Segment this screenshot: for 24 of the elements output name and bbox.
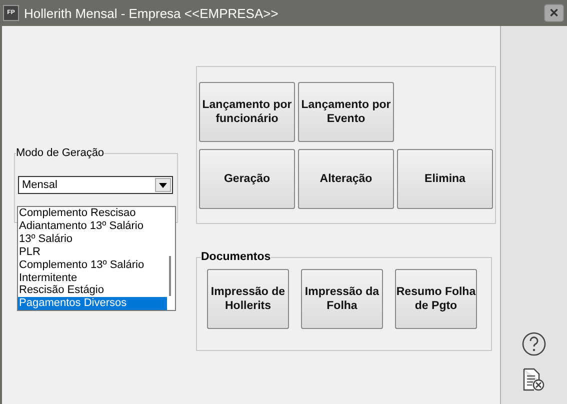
help-icon[interactable]: [522, 332, 546, 356]
dropdown-option[interactable]: 13º Salário: [18, 232, 167, 246]
document-button[interactable]: Resumo Folha de Pgto: [395, 269, 477, 329]
action-button[interactable]: Alteração: [298, 149, 394, 209]
group-legend: Documentos: [201, 251, 271, 263]
dropdown-option[interactable]: Adiantamento 13º Salário: [18, 220, 167, 233]
dropdown-option[interactable]: Complemento Rescisao: [18, 207, 167, 220]
dropdown-option[interactable]: PLR: [18, 246, 167, 259]
action-button[interactable]: Lançamento por funcionário: [199, 82, 295, 142]
dropdown-option[interactable]: Intermitente: [18, 272, 167, 284]
action-button[interactable]: Geração: [199, 149, 295, 209]
dropdown-option[interactable]: Rescisão Estágio: [18, 284, 167, 298]
dropdown-option[interactable]: Pagamentos Diversos: [18, 297, 167, 310]
document-button[interactable]: Impressão da Folha: [301, 269, 383, 329]
dropdown-option[interactable]: Complemento 13º Salário: [18, 258, 167, 272]
mode-dropdown[interactable]: Mensal: [18, 176, 173, 194]
document-cancel-icon[interactable]: [523, 368, 545, 392]
window-title: Hollerith Mensal - Empresa <<EMPRESA>>: [24, 6, 280, 20]
action-button[interactable]: Elimina: [397, 149, 493, 209]
action-button[interactable]: Lançamento por Evento: [298, 82, 394, 142]
group-legend: Modo de Geração: [16, 147, 104, 159]
scrollbar-thumb[interactable]: [169, 256, 171, 296]
close-button[interactable]: ✕: [544, 4, 564, 22]
document-button[interactable]: Impressão de Hollerits: [207, 269, 289, 329]
